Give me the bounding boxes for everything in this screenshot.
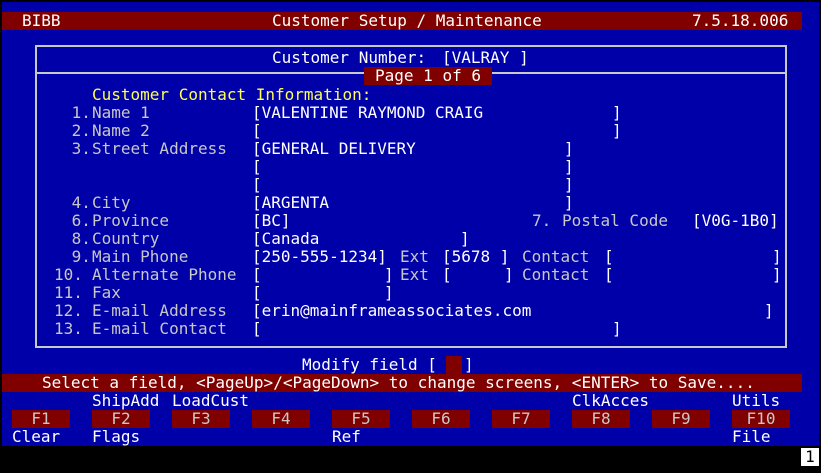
postal-code-label: Postal Code <box>562 211 668 230</box>
province-field[interactable]: [BC] <box>252 212 291 230</box>
country-label: Country <box>92 229 160 248</box>
alt-phone-ext-end: ] <box>504 265 514 284</box>
bottom-strip <box>2 446 819 469</box>
status-message: Select a field, <PageUp>/<PageDown> to c… <box>42 373 755 392</box>
f7-key[interactable]: F7 <box>492 410 550 428</box>
f1-key[interactable]: F1 <box>12 410 70 428</box>
alt-phone-contact-end: ] <box>772 265 782 284</box>
fax-field[interactable]: [ <box>252 284 262 302</box>
f3-hint: LoadCust <box>172 391 250 410</box>
screen-title: Customer Setup / Maintenance <box>272 11 542 30</box>
name2-field[interactable]: [ <box>252 122 262 140</box>
session-number: 1 <box>801 448 819 466</box>
f4-key[interactable]: F4 <box>252 410 310 428</box>
field-number-6: 6. <box>62 211 91 230</box>
customer-number-label: Customer Number: <box>272 48 427 67</box>
field-number-8: 8. <box>62 229 91 248</box>
field-number-10: 10. <box>54 265 83 284</box>
country-field-end: ] <box>460 229 470 248</box>
field-number-4: 4. <box>62 193 91 212</box>
fax-label: Fax <box>92 283 121 302</box>
country-field[interactable]: [Canada <box>252 230 319 248</box>
main-phone-ext-label: Ext <box>400 247 429 266</box>
f2-key[interactable]: F2 <box>92 410 150 428</box>
postal-code-field[interactable]: [V0G-1B0] <box>692 212 779 230</box>
email-label: E-mail Address <box>92 301 227 320</box>
alt-phone-contact-label: Contact <box>522 265 590 284</box>
field-number-9: 9. <box>62 247 91 266</box>
modify-field-input[interactable] <box>446 356 462 374</box>
field-number-13: 13. <box>54 319 83 338</box>
email-contact-field-end: ] <box>612 319 622 338</box>
f3-key[interactable]: F3 <box>172 410 230 428</box>
alt-phone-field-end: ] <box>384 265 394 284</box>
field-number-7: 7. <box>532 211 552 230</box>
street-label: Street Address <box>92 139 227 158</box>
modify-field-label: Modify field [ <box>302 355 437 374</box>
main-phone-ext-field[interactable]: [5678 ] <box>442 248 509 266</box>
street-line2-end: ] <box>564 157 574 176</box>
email-field[interactable]: [erin@mainframeassociates.com <box>252 302 531 320</box>
province-label: Province <box>92 211 170 230</box>
field-number-1: 1. <box>62 103 91 122</box>
main-phone-field[interactable]: [250-555-1234] <box>252 248 387 266</box>
f10-label: File <box>732 427 771 446</box>
city-label: City <box>92 193 131 212</box>
name2-label: Name 2 <box>92 121 150 140</box>
city-field-end: ] <box>564 193 574 212</box>
fax-field-end: ] <box>384 283 394 302</box>
alt-phone-ext-label: Ext <box>400 265 429 284</box>
alt-phone-ext-field[interactable]: [ <box>442 266 452 284</box>
field-number-2: 2. <box>62 121 91 140</box>
alt-phone-label: Alternate Phone <box>92 265 237 284</box>
email-field-end: ] <box>764 301 774 320</box>
section-heading: Customer Contact Information: <box>92 85 372 104</box>
page-indicator: Page 1 of 6 <box>364 67 492 85</box>
f5-key[interactable]: F5 <box>332 410 390 428</box>
alt-phone-contact-field[interactable]: [ <box>604 266 614 284</box>
main-phone-contact-end: ] <box>772 247 782 266</box>
city-field[interactable]: [ARGENTA <box>252 194 329 212</box>
f2-label: Flags <box>92 427 141 446</box>
name2-field-end: ] <box>612 121 622 140</box>
f6-key[interactable]: F6 <box>412 410 470 428</box>
email-contact-label: E-mail Contact <box>92 319 227 338</box>
field-number-3: 3. <box>62 139 91 158</box>
f1-label: Clear <box>12 427 61 446</box>
customer-number-field[interactable]: [VALRAY ] <box>442 49 529 67</box>
terminal-screen: { "header": { "app": "BIBB", "title": "C… <box>2 2 819 469</box>
f8-hint: ClkAcces <box>572 391 650 410</box>
street-line3-end: ] <box>564 175 574 194</box>
alt-phone-field[interactable]: [ <box>252 266 262 284</box>
f8-key[interactable]: F8 <box>572 410 630 428</box>
f5-label: Ref <box>332 427 361 446</box>
main-phone-contact-field[interactable]: [ <box>604 248 614 266</box>
version-number: 7.5.18.006 <box>692 11 789 30</box>
name1-field-end: ] <box>612 103 622 122</box>
street-line1-end: ] <box>564 139 574 158</box>
app-name: BIBB <box>22 11 61 30</box>
name1-field[interactable]: [VALENTINE RAYMOND CRAIG <box>252 104 483 122</box>
street-line2-field[interactable]: [ <box>252 158 262 176</box>
name1-label: Name 1 <box>92 103 150 122</box>
field-number-11: 11. <box>54 283 83 302</box>
email-contact-field[interactable]: [ <box>252 320 262 338</box>
main-phone-label: Main Phone <box>92 247 189 266</box>
street-line3-field[interactable]: [ <box>252 176 262 194</box>
modify-field-end: ] <box>464 355 474 374</box>
main-phone-contact-label: Contact <box>522 247 590 266</box>
street-line1-field[interactable]: [GENERAL DELIVERY <box>252 140 416 158</box>
f10-hint: Utils <box>732 391 781 410</box>
field-number-12: 12. <box>54 301 83 320</box>
f10-key[interactable]: F10 <box>732 410 790 428</box>
f2-hint: ShipAdd <box>92 391 160 410</box>
f9-key[interactable]: F9 <box>652 410 710 428</box>
